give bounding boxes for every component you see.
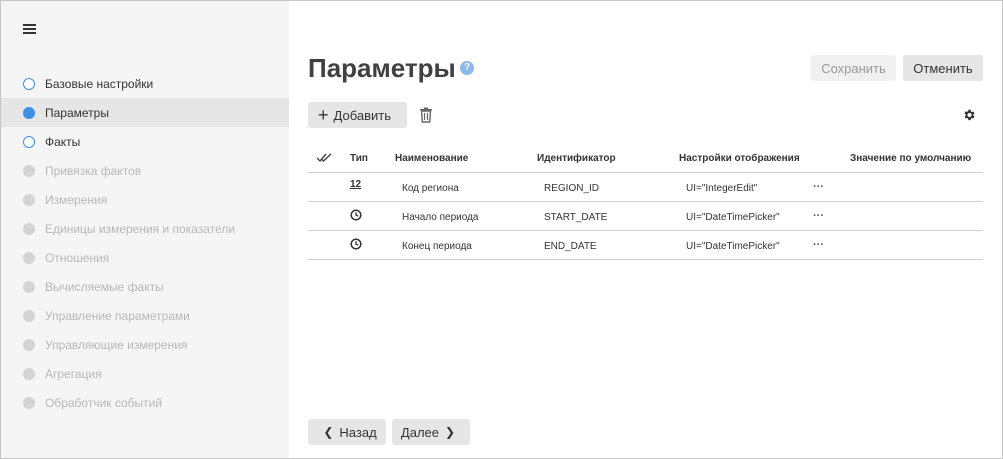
step-label: Обработчик событий — [45, 395, 163, 410]
step-label: Единицы измерения и показатели — [45, 221, 236, 236]
table-row[interactable]: Начало периода START_DATE UI="DateTimePi… — [308, 202, 983, 231]
step-label: Вычисляемые факты — [45, 279, 164, 294]
menu-icon[interactable] — [22, 21, 38, 35]
step-status-icon — [23, 338, 35, 351]
select-all-icon[interactable] — [316, 153, 334, 163]
cell-id: START_DATE — [544, 212, 608, 223]
step-label: Управление параметрами — [45, 308, 190, 323]
step-dimensions: Измерения — [1, 185, 289, 214]
step-status-icon — [23, 106, 35, 119]
add-button[interactable]: + Добавить — [308, 102, 407, 128]
step-label: Управляющие измерения — [45, 337, 188, 352]
step-status-icon — [23, 251, 35, 264]
step-relations: Отношения — [1, 243, 289, 272]
cell-id: END_DATE — [544, 241, 597, 252]
more-icon[interactable]: ··· — [813, 210, 824, 222]
save-button[interactable]: Сохранить — [811, 55, 896, 81]
add-button-label: Добавить — [333, 107, 391, 123]
back-button-label: Назад — [339, 424, 377, 440]
step-label: Привязка фактов — [45, 163, 142, 178]
column-header-display[interactable]: Настройки отображения — [679, 153, 800, 164]
cell-display: UI="DateTimePicker" — [686, 241, 780, 252]
chevron-right-icon: ❯ — [445, 425, 456, 439]
integer-type-icon: 12 — [350, 179, 362, 190]
step-label: Измерения — [45, 192, 108, 207]
help-icon[interactable]: ? — [460, 61, 474, 75]
step-calculated-facts: Вычисляемые факты — [1, 272, 289, 301]
more-icon[interactable]: ··· — [813, 239, 824, 251]
step-label: Базовые настройки — [45, 76, 154, 91]
column-header-type[interactable]: Тип — [350, 153, 368, 164]
plus-icon: + — [318, 105, 329, 125]
gear-icon[interactable] — [962, 108, 976, 122]
cell-name: Начало периода — [402, 212, 479, 223]
step-status-icon — [23, 77, 35, 90]
step-status-icon — [23, 367, 35, 380]
step-status-icon — [23, 222, 35, 235]
cell-name: Конец периода — [402, 241, 472, 252]
cell-display: UI="DateTimePicker" — [686, 212, 780, 223]
step-status-icon — [23, 280, 35, 293]
main-panel: Параметры ? Сохранить Отменить + Добавит… — [289, 1, 1002, 458]
table-row[interactable]: 12 Код региона REGION_ID UI="IntegerEdit… — [308, 173, 983, 202]
step-label: Отношения — [45, 250, 110, 265]
step-aggregation: Агрегация — [1, 359, 289, 388]
column-header-name[interactable]: Наименование — [395, 153, 468, 164]
step-event-handler: Обработчик событий — [1, 388, 289, 417]
cell-display: UI="IntegerEdit" — [686, 183, 758, 194]
table-header: Тип Наименование Идентификатор Настройки… — [308, 145, 983, 173]
column-header-id[interactable]: Идентификатор — [537, 153, 616, 164]
column-header-default[interactable]: Значение по умолчанию — [850, 153, 971, 164]
step-facts[interactable]: Факты — [1, 127, 289, 156]
clock-icon — [350, 209, 362, 221]
back-button[interactable]: ❮ Назад — [308, 419, 386, 445]
step-status-icon — [23, 396, 35, 409]
page-title: Параметры — [308, 53, 456, 83]
cell-name: Код региона — [402, 183, 459, 194]
step-parameter-management: Управление параметрами — [1, 301, 289, 330]
next-button[interactable]: Далее ❯ — [392, 419, 470, 445]
step-status-icon — [23, 193, 35, 206]
parameters-table: Тип Наименование Идентификатор Настройки… — [308, 145, 983, 260]
next-button-label: Далее — [400, 424, 440, 440]
chevron-left-icon: ❮ — [323, 425, 334, 439]
step-control-dimensions: Управляющие измерения — [1, 330, 289, 359]
step-fact-binding: Привязка фактов — [1, 156, 289, 185]
step-label: Факты — [45, 134, 81, 149]
step-status-icon — [23, 135, 35, 148]
step-status-icon — [23, 309, 35, 322]
more-icon[interactable]: ··· — [813, 181, 824, 193]
step-units: Единицы измерения и показатели — [1, 214, 289, 243]
sidebar: Базовые настройки Параметры Факты Привяз… — [1, 1, 289, 458]
steps-list: Базовые настройки Параметры Факты Привяз… — [1, 69, 289, 417]
table-row[interactable]: Конец периода END_DATE UI="DateTimePicke… — [308, 231, 983, 260]
cell-id: REGION_ID — [544, 183, 600, 194]
step-basic-settings[interactable]: Базовые настройки — [1, 69, 289, 98]
step-label: Параметры — [45, 105, 109, 120]
step-status-icon — [23, 164, 35, 177]
clock-icon — [350, 238, 362, 250]
cancel-button[interactable]: Отменить — [903, 55, 983, 81]
step-label: Агрегация — [45, 366, 102, 381]
step-parameters[interactable]: Параметры — [1, 98, 289, 127]
trash-icon[interactable] — [419, 107, 433, 123]
